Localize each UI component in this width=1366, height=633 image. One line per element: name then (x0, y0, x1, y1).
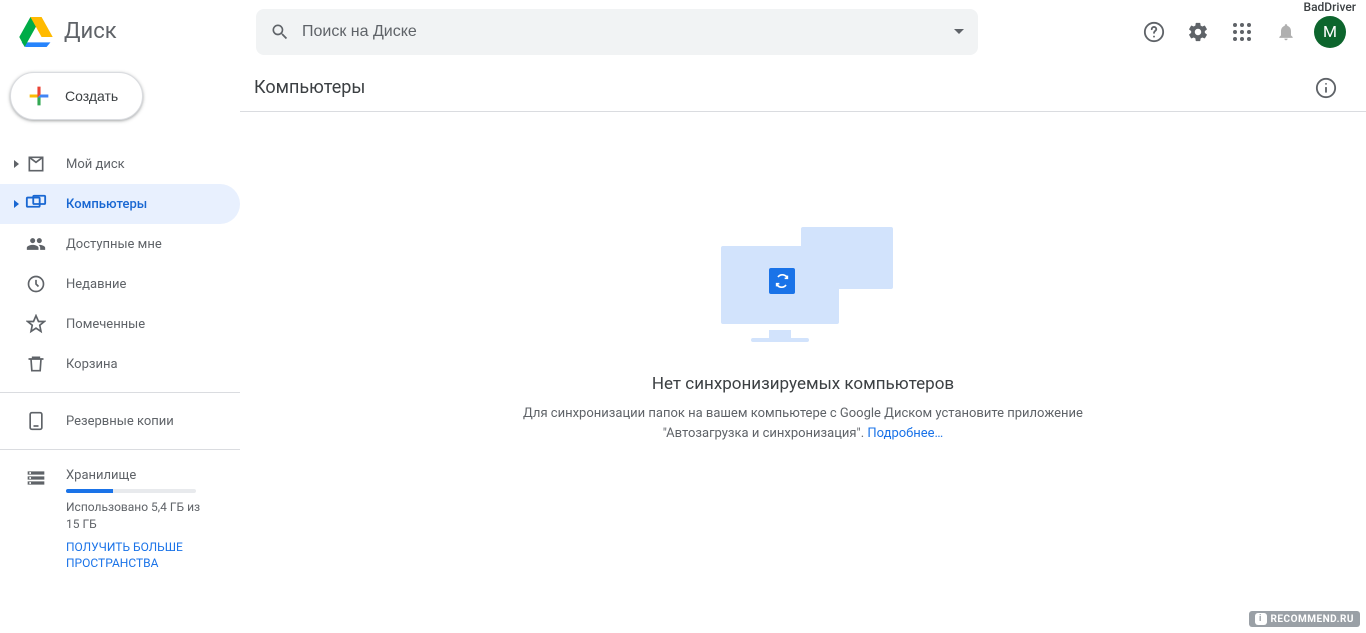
star-icon (24, 312, 48, 336)
logo-wrap[interactable]: Диск (16, 12, 256, 52)
separator (0, 392, 240, 393)
search-options-caret-icon[interactable] (954, 29, 964, 34)
page-title: Компьютеры (254, 77, 365, 98)
drive-logo-icon (16, 12, 56, 52)
avatar: M (1314, 16, 1346, 48)
nav-computers[interactable]: Компьютеры (0, 184, 240, 224)
main-content: Компьютеры Нет синхронизируемых компьюте… (240, 64, 1366, 633)
backups-icon (24, 409, 48, 433)
nav-label: Недавние (66, 277, 126, 292)
nav-list: Мой диск Компьютеры Доступные мне Недавн… (0, 136, 240, 384)
watermark: RECOMMEND.RU (1249, 611, 1361, 627)
separator (0, 449, 240, 450)
create-button[interactable]: Создать (10, 72, 143, 120)
shared-icon (24, 232, 48, 256)
search-icon (270, 22, 290, 42)
nav-trash[interactable]: Корзина (0, 344, 240, 384)
sync-icon (769, 268, 795, 294)
header-actions: M (1134, 12, 1358, 52)
nav-label: Корзина (66, 357, 118, 372)
nav-recent[interactable]: Недавние (0, 264, 240, 304)
storage-icon (26, 468, 50, 492)
storage-bar (66, 489, 196, 493)
caret-icon (14, 200, 19, 208)
computers-icon (24, 192, 48, 216)
settings-button[interactable] (1178, 12, 1218, 52)
nav-label: Помеченные (66, 317, 145, 332)
storage-block: Хранилище Использовано 5,4 ГБ из 15 ГБ П… (0, 458, 240, 572)
sidebar: Создать Мой диск Компьютеры Доступные мн… (0, 64, 240, 633)
search-bar[interactable] (256, 9, 978, 55)
nav-label: Доступные мне (66, 237, 162, 252)
app-name: Диск (64, 19, 117, 44)
nav-my-drive[interactable]: Мой диск (0, 144, 240, 184)
nav-label: Мой диск (66, 157, 125, 172)
create-label: Создать (65, 88, 118, 104)
help-button[interactable] (1134, 12, 1174, 52)
notifications-button[interactable] (1266, 12, 1306, 52)
nav-backups[interactable]: Резервные копии (0, 401, 240, 441)
empty-state: Нет синхронизируемых компьютеров Для син… (240, 112, 1366, 633)
caret-icon (14, 160, 19, 168)
account-name-label: BadDriver (1304, 0, 1357, 14)
nav-label: Резервные копии (66, 414, 174, 429)
search-input[interactable] (302, 23, 942, 41)
search-wrap (256, 9, 978, 55)
empty-text: Для синхронизации папок на вашем компьют… (523, 404, 1083, 443)
account-button[interactable]: M (1310, 12, 1350, 52)
nav-starred[interactable]: Помеченные (0, 304, 240, 344)
learn-more-link[interactable]: Подробнее… (867, 426, 943, 441)
content-header: Компьютеры (240, 64, 1366, 112)
empty-heading: Нет синхронизируемых компьютеров (652, 374, 954, 394)
plus-icon (25, 82, 53, 110)
nav-label: Компьютеры (66, 197, 147, 212)
nav-shared[interactable]: Доступные мне (0, 224, 240, 264)
app-header: Диск M (0, 0, 1366, 64)
recent-icon (24, 272, 48, 296)
trash-icon (24, 352, 48, 376)
empty-illustration (703, 222, 903, 342)
apps-button[interactable] (1222, 12, 1262, 52)
storage-upgrade-link[interactable]: ПОЛУЧИТЬ БОЛЬШЕ ПРОСТРАНСТВА (66, 539, 216, 573)
my-drive-icon (24, 152, 48, 176)
storage-used-text: Использовано 5,4 ГБ из 15 ГБ (66, 499, 206, 533)
details-button[interactable] (1306, 68, 1346, 108)
storage-title: Хранилище (66, 468, 216, 483)
